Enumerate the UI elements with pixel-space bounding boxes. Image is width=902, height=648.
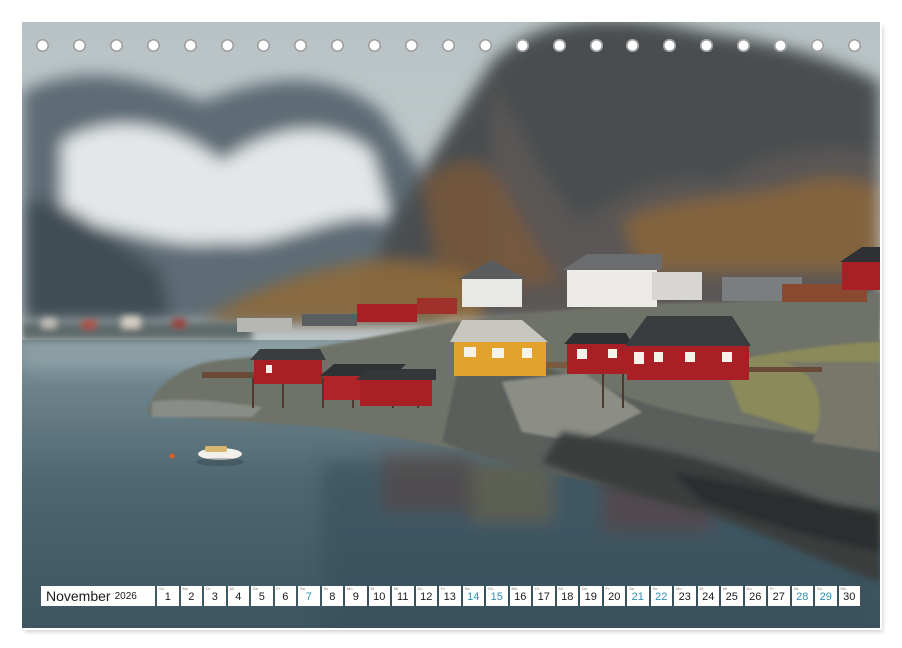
day-cell: Mi 4: [227, 586, 249, 606]
day-number: 3: [211, 591, 218, 603]
binding-ring: [774, 39, 787, 52]
day-number: 22: [655, 591, 668, 603]
day-cell: Sa 7: [298, 586, 320, 606]
day-cell: Mo 23: [674, 586, 696, 606]
binding-ring: [294, 39, 308, 52]
day-number: 13: [443, 591, 456, 603]
binding-ring: [626, 39, 640, 52]
binding-ring: [183, 39, 197, 52]
day-cell: So 15: [486, 586, 508, 606]
day-cell: Di 17: [533, 586, 555, 606]
day-number: 4: [235, 591, 242, 603]
day-cell: So 22: [650, 586, 672, 606]
day-number: 20: [608, 591, 621, 603]
day-cells: So 1 Mo 2 Di 3 Mi 4 Do 5 Fr 6 Sa 7 So 8 Mo 9 Di 10 Mi 11 Do 12 F…: [157, 586, 862, 606]
day-number: 11: [397, 591, 409, 603]
day-number: 12: [420, 591, 433, 603]
day-number: 24: [702, 591, 715, 603]
day-number: 23: [678, 591, 691, 603]
binding-ring: [478, 39, 492, 52]
day-cell: Di 24: [697, 586, 719, 606]
day-cell: Do 12: [415, 586, 437, 606]
day-cell: Do 5: [251, 586, 273, 606]
binding-ring: [257, 39, 271, 52]
day-number: 6: [282, 591, 289, 603]
day-cell: Mo 30: [838, 586, 860, 606]
day-cell: Di 3: [204, 586, 226, 606]
binding-ring: [663, 39, 677, 52]
binding-ring: [368, 39, 382, 52]
day-number: 16: [514, 591, 527, 603]
day-cell: Mi 25: [721, 586, 743, 606]
day-cell: So 29: [815, 586, 837, 606]
day-number: 18: [561, 591, 574, 603]
binding-ring: [36, 39, 49, 52]
day-number: 29: [819, 591, 832, 603]
calendar-strip: November 2026 So 1 Mo 2 Di 3 Mi 4 Do 5 Fr 6 Sa 7 So 8 Mo…: [41, 586, 862, 606]
day-number: 19: [584, 591, 597, 603]
day-number: 10: [373, 591, 386, 603]
binding-ring: [737, 39, 751, 52]
day-cell: Do 26: [744, 586, 766, 606]
binding-ring: [441, 39, 455, 52]
day-number: 8: [329, 591, 336, 603]
binding-ring: [700, 39, 714, 52]
day-number: 26: [749, 591, 762, 603]
binding-ring: [220, 39, 234, 52]
binding-ring: [331, 39, 345, 52]
photo-fishing-village: [22, 22, 880, 628]
day-cell: Fr 27: [768, 586, 790, 606]
binding-ring: [810, 39, 824, 52]
binding-ring: [109, 39, 123, 52]
day-number: 9: [352, 591, 359, 603]
binding-ring: [146, 39, 160, 52]
day-cell: Mi 11: [392, 586, 414, 606]
day-cell: So 1: [157, 586, 179, 606]
binding-ring: [552, 39, 566, 52]
day-cell: Fr 20: [603, 586, 625, 606]
binding-ring: [589, 39, 603, 52]
day-number: 1: [164, 591, 171, 603]
day-number: 7: [305, 591, 312, 603]
month-label: November 2026: [41, 586, 155, 606]
day-cell: Mo 2: [180, 586, 202, 606]
day-cell: Mi 18: [556, 586, 578, 606]
day-number: 15: [490, 591, 503, 603]
day-cell: Fr 13: [439, 586, 461, 606]
day-number: 25: [725, 591, 738, 603]
day-cell: So 8: [321, 586, 343, 606]
binding-ring: [515, 39, 529, 52]
day-cell: Fr 6: [274, 586, 296, 606]
day-number: 5: [258, 591, 265, 603]
day-number: 28: [796, 591, 809, 603]
day-cell: Di 10: [368, 586, 390, 606]
day-number: 27: [772, 591, 785, 603]
day-number: 17: [537, 591, 550, 603]
binding-rings: [36, 39, 866, 57]
day-cell: Sa 14: [462, 586, 484, 606]
binding-ring: [405, 39, 418, 52]
day-number: 30: [843, 591, 856, 603]
day-number: 2: [188, 591, 195, 603]
day-cell: Mo 16: [509, 586, 531, 606]
day-cell: Sa 28: [791, 586, 813, 606]
binding-ring: [72, 39, 86, 52]
binding-ring: [847, 39, 861, 52]
month-name: November: [46, 588, 111, 604]
day-cell: Mo 9: [345, 586, 367, 606]
day-number: 14: [467, 591, 480, 603]
month-year: 2026: [114, 590, 137, 602]
day-cell: Sa 21: [627, 586, 649, 606]
day-cell: Do 19: [580, 586, 602, 606]
day-number: 21: [631, 591, 644, 603]
